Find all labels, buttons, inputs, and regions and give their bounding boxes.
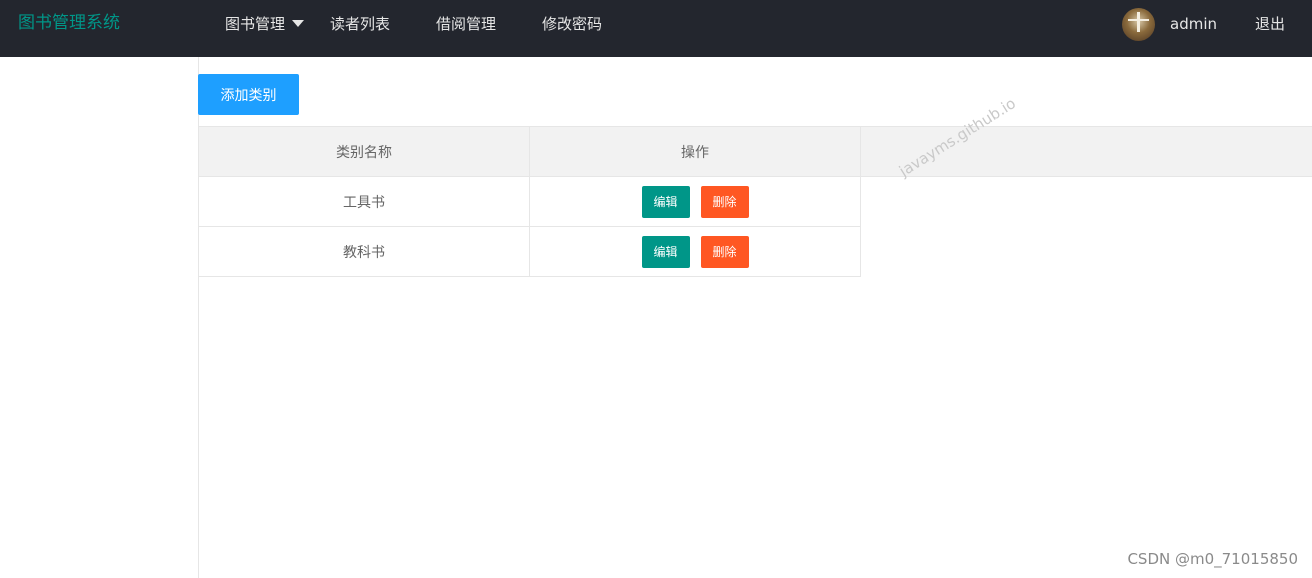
column-header-actions: 操作 xyxy=(529,126,861,177)
nav-item-readers[interactable]: 读者列表 xyxy=(330,14,390,34)
edit-button[interactable]: 编辑 xyxy=(641,235,690,268)
app-logo[interactable]: 图书管理系统 xyxy=(18,12,120,34)
chevron-down-icon[interactable] xyxy=(292,20,304,27)
column-header-category-name: 类别名称 xyxy=(198,126,530,177)
category-table: 类别名称 操作 工具书 编辑 删除 教科书 编辑 删除 xyxy=(198,126,861,277)
logout-link[interactable]: 退出 xyxy=(1255,14,1285,34)
nav-item-books[interactable]: 图书管理 xyxy=(225,14,285,34)
table-row: 教科书 编辑 删除 xyxy=(198,226,861,277)
actions-cell: 编辑 删除 xyxy=(529,226,861,277)
top-navbar: 图书管理系统 图书管理 读者列表 借阅管理 修改密码 admin 退出 xyxy=(0,0,1312,57)
actions-cell: 编辑 删除 xyxy=(529,176,861,227)
category-name-cell: 教科书 xyxy=(198,226,530,277)
delete-button[interactable]: 删除 xyxy=(700,235,749,268)
table-header-row: 类别名称 操作 xyxy=(198,126,861,177)
source-watermark: CSDN @m0_71015850 xyxy=(1127,550,1298,568)
category-name-cell: 工具书 xyxy=(198,176,530,227)
nav-item-change-password[interactable]: 修改密码 xyxy=(542,14,602,34)
avatar[interactable] xyxy=(1122,8,1155,41)
table-row: 工具书 编辑 删除 xyxy=(198,176,861,227)
edit-button[interactable]: 编辑 xyxy=(641,185,690,218)
delete-button[interactable]: 删除 xyxy=(700,185,749,218)
username[interactable]: admin xyxy=(1170,14,1217,34)
add-category-button[interactable]: 添加类别 xyxy=(198,74,299,115)
nav-item-borrow[interactable]: 借阅管理 xyxy=(436,14,496,34)
